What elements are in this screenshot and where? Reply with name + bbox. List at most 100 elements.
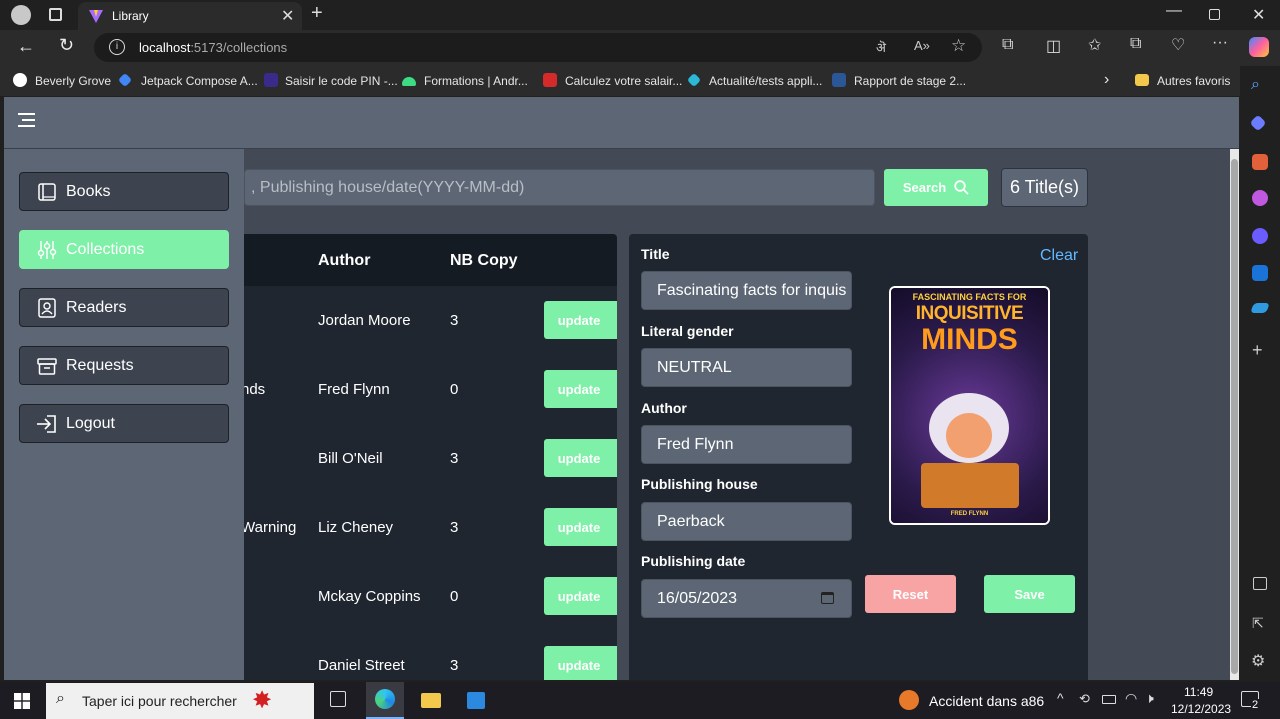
windows-start-icon[interactable] (14, 693, 30, 709)
sidebar-item-collections[interactable]: Collections (19, 230, 229, 269)
meet-now-icon[interactable]: ⟲ (1079, 691, 1090, 707)
author-field[interactable]: Fred Flynn (641, 425, 852, 464)
favorite-star-icon[interactable]: ☆ (951, 36, 966, 56)
tray-chevron-icon[interactable]: ^ (1057, 690, 1064, 706)
extensions-icon[interactable]: ⧉ (1002, 36, 1013, 54)
wifi-icon[interactable]: ◠ (1125, 690, 1137, 707)
scrollbar-thumb[interactable] (1231, 159, 1238, 674)
send-icon[interactable] (1250, 303, 1270, 313)
url-text: localhost:5173/collections (139, 40, 287, 55)
taskbar-search-icon: ⌕ (56, 690, 65, 707)
bookmark-other-favorites[interactable]: Autres favoris (1157, 74, 1230, 88)
poinsettia-icon: ✸ (252, 687, 273, 714)
bookmark-formations[interactable]: Formations | Andr... (424, 74, 528, 88)
settings-gear-icon[interactable]: ⚙ (1251, 651, 1265, 671)
external-link-icon[interactable]: ⇱ (1252, 615, 1264, 632)
search-button[interactable]: Search (884, 169, 988, 206)
clock-time[interactable]: 11:49 (1184, 685, 1213, 699)
bookmark-pin[interactable]: Saisir le code PIN -... (285, 74, 398, 88)
update-button[interactable]: update (544, 370, 617, 408)
health-icon[interactable]: ♡ (1171, 35, 1185, 55)
file-explorer-icon[interactable] (421, 693, 441, 708)
title-field[interactable]: Fascinating facts for inquis (641, 271, 852, 310)
date-field[interactable]: 16/05/2023 (641, 579, 852, 618)
clear-link[interactable]: Clear (1040, 247, 1078, 265)
profile-avatar-icon[interactable] (11, 5, 31, 25)
date-value: 16/05/2023 (657, 590, 738, 607)
back-icon[interactable]: ← (17, 36, 35, 57)
copilot-side-icon[interactable] (1252, 228, 1268, 244)
sidebar-item-books[interactable]: Books (19, 172, 229, 211)
new-tab-icon[interactable]: + (311, 2, 323, 25)
shopping-tag-icon[interactable] (1249, 114, 1267, 132)
calculator-icon (543, 73, 557, 87)
add-app-icon[interactable]: + (1252, 340, 1263, 361)
cover-book (921, 463, 1019, 508)
bookmark-actualite[interactable]: Actualité/tests appli... (709, 74, 822, 88)
notification-badge: 2 (1251, 699, 1260, 711)
bookmark-rapport[interactable]: Rapport de stage 2... (854, 74, 966, 88)
table-row: Jordan Moore 3 update (244, 286, 617, 355)
sidebar-panel-icon[interactable] (1253, 577, 1267, 590)
volume-muted-icon[interactable]: 🕨 (1145, 690, 1154, 707)
split-screen-icon[interactable]: ◫ (1046, 36, 1061, 56)
toolbox-icon[interactable] (1252, 154, 1268, 170)
windows-taskbar: ⌕ Taper ici pour rechercher ✸ Accident d… (0, 682, 1280, 719)
bookmark-salaire[interactable]: Calculez votre salair... (565, 74, 682, 88)
update-button[interactable]: update (544, 439, 617, 477)
hamburger-menu-icon[interactable] (18, 113, 36, 128)
refresh-icon[interactable]: ↻ (59, 35, 74, 56)
update-button[interactable]: update (544, 577, 617, 615)
translate-icon[interactable]: ऄ (876, 38, 886, 56)
update-button[interactable]: update (544, 301, 617, 339)
inbox-icon (36, 355, 58, 377)
publisher-field[interactable]: Paerback (641, 502, 852, 541)
sidebar-item-label: Logout (66, 414, 115, 432)
search-input[interactable]: , Publishing house/date(YYYY-MM-dd) (244, 169, 875, 206)
sidebar-item-label: Readers (66, 298, 127, 316)
sidebar-item-logout[interactable]: Logout (19, 404, 229, 443)
outlook-icon[interactable] (1252, 265, 1268, 281)
book-edit-form: Title Clear Fascinating facts for inquis… (629, 234, 1088, 680)
calendar-icon[interactable] (821, 592, 834, 604)
update-button[interactable]: update (544, 646, 617, 680)
restore-icon[interactable] (1209, 9, 1220, 20)
gender-field[interactable]: NEUTRAL (641, 348, 852, 387)
favorites-icon[interactable]: ✩ (1088, 35, 1101, 55)
sidebar-item-requests[interactable]: Requests (19, 346, 229, 385)
store-icon[interactable] (467, 692, 485, 709)
site-info-icon[interactable]: i (109, 39, 125, 55)
update-button[interactable]: update (544, 508, 617, 546)
collections-icon[interactable]: ⧉ (1130, 35, 1141, 53)
task-view-icon[interactable] (330, 691, 346, 707)
table-header: Author NB Copy (244, 234, 617, 286)
games-icon[interactable] (1252, 190, 1268, 206)
address-bar[interactable]: i localhost:5173/collections ऄ A» ☆ (94, 33, 982, 62)
bookmark-jetpack[interactable]: Jetpack Compose A... (141, 74, 258, 88)
clock-date[interactable]: 12/12/2023 (1171, 702, 1231, 716)
chevron-right-icon[interactable]: › (1104, 71, 1109, 89)
sidebar-search-icon[interactable]: ⌕ (1251, 76, 1260, 94)
bookmark-beverly-grove[interactable]: Beverly Grove (35, 74, 111, 88)
column-copies-header: NB Copy (450, 252, 518, 269)
cover-title-line1: FASCINATING FACTS FOR (912, 292, 1027, 302)
battery-icon[interactable] (1102, 695, 1116, 704)
taskbar-search-box[interactable]: ⌕ Taper ici pour rechercher ✸ (46, 683, 314, 719)
browser-tab[interactable]: Library ✕ (78, 2, 302, 30)
table-row: Bill O'Neil 3 update (244, 424, 617, 493)
close-window-icon[interactable]: ✕ (1252, 5, 1265, 25)
tab-close-icon[interactable]: ✕ (281, 6, 294, 26)
row-copies: 0 (450, 381, 459, 398)
copilot-icon[interactable] (1249, 37, 1269, 57)
read-aloud-icon[interactable]: A» (914, 38, 930, 53)
sidebar-item-readers[interactable]: Readers (19, 288, 229, 327)
row-copies: 0 (450, 588, 459, 605)
edge-taskbar-icon[interactable] (366, 682, 404, 719)
more-menu-icon[interactable]: ··· (1212, 34, 1228, 52)
reset-button[interactable]: Reset (865, 575, 956, 613)
tab-actions-icon[interactable] (49, 8, 62, 21)
minimize-icon[interactable]: — (1166, 2, 1182, 20)
notification-text[interactable]: Accident dans a86 (929, 693, 1044, 709)
logout-icon (36, 413, 58, 435)
save-button[interactable]: Save (984, 575, 1075, 613)
